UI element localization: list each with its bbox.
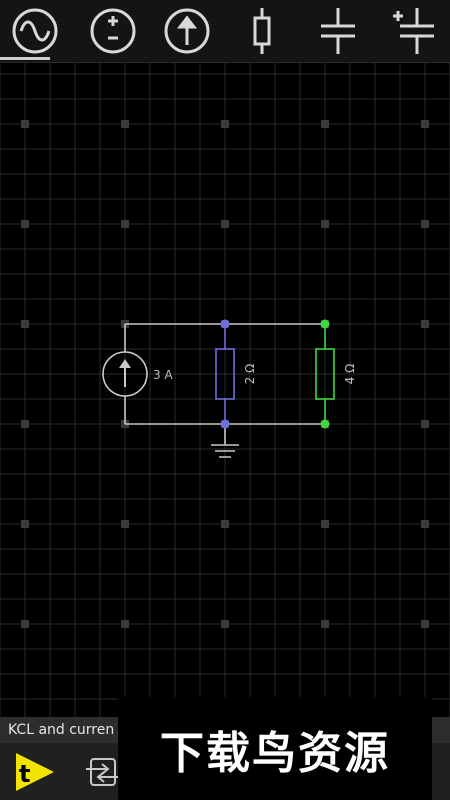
status-text: KCL and curren xyxy=(8,722,115,738)
grid-node xyxy=(221,220,229,228)
grid-node xyxy=(21,120,29,128)
ac-source-tool[interactable] xyxy=(0,0,70,62)
grid-node xyxy=(121,220,129,228)
dc-voltage-source-icon xyxy=(90,8,136,54)
grid-node xyxy=(221,520,229,528)
current-source-tool[interactable] xyxy=(152,0,222,62)
current-source-icon xyxy=(164,8,210,54)
node-bottom-middle[interactable] xyxy=(220,419,230,429)
grid-node xyxy=(321,120,329,128)
grid-node xyxy=(121,620,129,628)
polarized-capacitor-tool[interactable] xyxy=(378,0,448,62)
grid xyxy=(0,62,450,717)
resistor-icon xyxy=(253,8,271,54)
svg-text:t: t xyxy=(19,760,30,788)
watermark-overlay: 下载鸟资源 xyxy=(118,697,432,800)
resistor2-label: 4 Ω xyxy=(343,364,357,385)
grid-node xyxy=(421,320,429,328)
current-source-label: 3 A xyxy=(153,368,173,382)
grid-node xyxy=(221,120,229,128)
grid-node xyxy=(21,520,29,528)
app-logo-button[interactable]: t xyxy=(12,749,58,795)
grid-node xyxy=(21,620,29,628)
circuit-canvas[interactable]: 3 A 2 Ω 4 Ω xyxy=(0,62,450,717)
node-top-right[interactable] xyxy=(320,319,330,329)
ac-source-icon xyxy=(12,8,58,54)
grid-node xyxy=(121,520,129,528)
selected-tool-indicator xyxy=(0,57,50,60)
node-top-middle[interactable] xyxy=(220,319,230,329)
grid-node xyxy=(21,420,29,428)
polarized-capacitor-icon xyxy=(393,8,434,54)
grid-node xyxy=(321,520,329,528)
grid-node xyxy=(421,520,429,528)
grid-node xyxy=(321,220,329,228)
app-logo-icon: t xyxy=(16,753,54,791)
grid-node xyxy=(321,620,329,628)
grid-node xyxy=(21,220,29,228)
grid-node xyxy=(221,620,229,628)
grid-node xyxy=(21,320,29,328)
capacitor-icon xyxy=(321,8,355,54)
grid-node xyxy=(421,620,429,628)
circuit-diagram[interactable]: 3 A 2 Ω 4 Ω xyxy=(0,62,450,717)
grid-node xyxy=(421,220,429,228)
component-toolbar xyxy=(0,0,450,63)
grid-node xyxy=(421,420,429,428)
capacitor-tool[interactable] xyxy=(303,0,373,62)
dc-voltage-source-tool[interactable] xyxy=(78,0,148,62)
node-bottom-right[interactable] xyxy=(320,419,330,429)
watermark-text: 下载鸟资源 xyxy=(160,727,390,779)
resistor1-label: 2 Ω xyxy=(243,364,257,385)
grid-node xyxy=(421,120,429,128)
resistor-tool[interactable] xyxy=(227,0,297,62)
grid-node xyxy=(121,120,129,128)
